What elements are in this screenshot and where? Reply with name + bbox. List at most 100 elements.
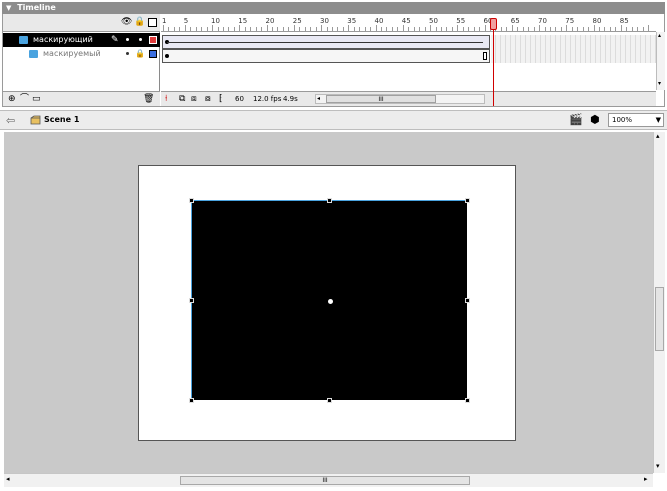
- ruler-tick: [375, 25, 377, 31]
- timeline-vertical-scrollbar[interactable]: ▴ ▾: [656, 32, 665, 90]
- frame-span[interactable]: [162, 49, 490, 63]
- chevron-down-icon[interactable]: ▼: [656, 114, 661, 126]
- layer-row-masking[interactable]: маскирующий ✎: [3, 33, 160, 47]
- scroll-up-arrow-icon[interactable]: ▴: [656, 132, 660, 140]
- outline-swatch[interactable]: [149, 36, 157, 44]
- center-frame-icon[interactable]: ⍿: [165, 94, 167, 104]
- insert-folder-icon[interactable]: ▭: [32, 94, 41, 104]
- ruler-tick: [560, 27, 562, 31]
- elapsed-time: 4.9s: [283, 95, 298, 103]
- stage-horizontal-scrollbar[interactable]: ◂ III ▸: [4, 473, 653, 487]
- zoom-dropdown[interactable]: 100% ▼: [608, 113, 664, 127]
- onion-skin-icon[interactable]: ⧉: [179, 94, 185, 104]
- ruler-tick: [282, 27, 284, 31]
- selected-rectangle-shape[interactable]: [189, 198, 470, 403]
- empty-frames[interactable]: [491, 49, 656, 63]
- empty-frames[interactable]: [491, 35, 656, 49]
- scroll-left-arrow-icon[interactable]: ◂: [317, 95, 320, 102]
- scroll-up-arrow-icon[interactable]: ▴: [658, 32, 661, 39]
- scroll-down-arrow-icon[interactable]: ▾: [656, 462, 660, 470]
- timeline-horizontal-scrollbar[interactable]: ◂ III: [315, 94, 485, 104]
- scroll-down-arrow-icon[interactable]: ▾: [658, 80, 661, 87]
- transform-center-point[interactable]: [327, 298, 333, 304]
- playhead-line: [493, 30, 494, 106]
- ruler-tick: [163, 25, 164, 31]
- outline-swatch[interactable]: [149, 50, 157, 58]
- scroll-right-arrow-icon[interactable]: ▸: [644, 475, 648, 483]
- timeline-panel-header[interactable]: ▼ Timeline: [2, 2, 665, 14]
- add-guide-layer-icon[interactable]: ⌒: [20, 94, 29, 104]
- selection-handle[interactable]: [189, 298, 194, 303]
- keyframe[interactable]: [165, 54, 169, 58]
- lock-dot[interactable]: [139, 38, 142, 41]
- ruler-tick: [212, 25, 214, 31]
- ruler-tick: [588, 27, 590, 31]
- layer-header: 👁 🔒: [3, 14, 160, 32]
- frame-row-masked[interactable]: [161, 49, 656, 63]
- ruler-label: 50: [429, 17, 438, 25]
- frames-area[interactable]: 1 5 10 15 20 25 30 35 40 45 50 55 60 65 70 75 80 85 ⍿ ⧉ ⧈…: [161, 14, 656, 106]
- frame-ruler[interactable]: 1 5 10 15 20 25 30 35 40 45 50 55 60 65 70 75 80 85: [161, 14, 656, 32]
- ruler-tick: [266, 25, 268, 31]
- zoom-value: 100%: [612, 116, 633, 124]
- ruler-tick: [321, 25, 323, 31]
- ruler-tick: [261, 27, 263, 31]
- ruler-tick: [304, 27, 306, 31]
- eye-icon[interactable]: 👁: [121, 17, 132, 27]
- scroll-grip: III: [378, 96, 384, 103]
- visibility-dot[interactable]: [126, 38, 129, 41]
- delete-layer-icon[interactable]: 🗑: [143, 94, 154, 104]
- selection-handle[interactable]: [327, 398, 332, 403]
- ruler-tick: [228, 27, 230, 31]
- onion-outlines-icon[interactable]: ⧈: [191, 94, 197, 104]
- selection-handle[interactable]: [465, 298, 470, 303]
- scroll-thumb[interactable]: [655, 287, 664, 351]
- stage[interactable]: [138, 165, 516, 441]
- selection-handle[interactable]: [189, 398, 194, 403]
- back-arrow-icon[interactable]: ⇦: [6, 114, 15, 127]
- modify-markers-icon[interactable]: ⁅: [219, 94, 223, 104]
- scroll-left-arrow-icon[interactable]: ◂: [6, 475, 10, 483]
- ruler-tick: [413, 27, 415, 31]
- ruler-tick: [310, 27, 312, 31]
- ruler-tick: [255, 27, 257, 31]
- frame-row-masking[interactable]: [161, 35, 656, 49]
- scene-label[interactable]: Scene 1: [44, 115, 79, 124]
- selection-handle[interactable]: [189, 198, 194, 203]
- edit-multiple-frames-icon[interactable]: ⧇: [205, 94, 211, 104]
- playhead[interactable]: [490, 18, 497, 106]
- ruler-tick: [511, 25, 513, 31]
- playhead-handle[interactable]: [490, 18, 497, 30]
- selection-handle[interactable]: [327, 198, 332, 203]
- lock-icon[interactable]: 🔒: [135, 47, 145, 61]
- ruler-tick: [370, 27, 372, 31]
- visibility-dot[interactable]: [126, 52, 129, 55]
- lock-icon[interactable]: 🔒: [134, 17, 145, 27]
- ruler-tick: [408, 27, 410, 31]
- ruler-tick: [364, 27, 366, 31]
- scroll-thumb[interactable]: III: [326, 95, 436, 103]
- insert-layer-icon[interactable]: ⊕: [8, 94, 16, 104]
- ruler-tick: [566, 25, 568, 31]
- layer-name: маскирующий: [33, 35, 93, 44]
- ruler-tick: [288, 27, 290, 31]
- stage-vertical-scrollbar[interactable]: ▴ ▾: [653, 132, 665, 473]
- selection-handle[interactable]: [465, 198, 470, 203]
- ruler-label: 80: [592, 17, 602, 25]
- layer-list: 👁 🔒 маскирующий ✎ маскируемый 🔒 ⊕ ⌒ ▭ 🗑: [3, 14, 160, 106]
- outline-icon[interactable]: [148, 18, 157, 27]
- frame-span[interactable]: [162, 35, 490, 49]
- edit-symbols-icon[interactable]: ⬢: [590, 113, 600, 126]
- work-area[interactable]: [4, 132, 653, 473]
- edit-bar: ⇦ Scene 1 🎬 ⬢ 100% ▼: [0, 110, 667, 130]
- collapse-triangle-icon[interactable]: ▼: [6, 2, 11, 14]
- ruler-tick: [222, 27, 224, 31]
- end-frame-marker: [483, 52, 487, 60]
- scene-icon[interactable]: [30, 115, 41, 125]
- edit-scene-icon[interactable]: 🎬: [569, 113, 583, 126]
- ruler-label: 65: [510, 17, 520, 25]
- scroll-thumb[interactable]: III: [180, 476, 470, 485]
- selection-handle[interactable]: [465, 398, 470, 403]
- layer-row-masked[interactable]: маскируемый 🔒: [3, 47, 160, 61]
- ruler-tick: [173, 27, 175, 31]
